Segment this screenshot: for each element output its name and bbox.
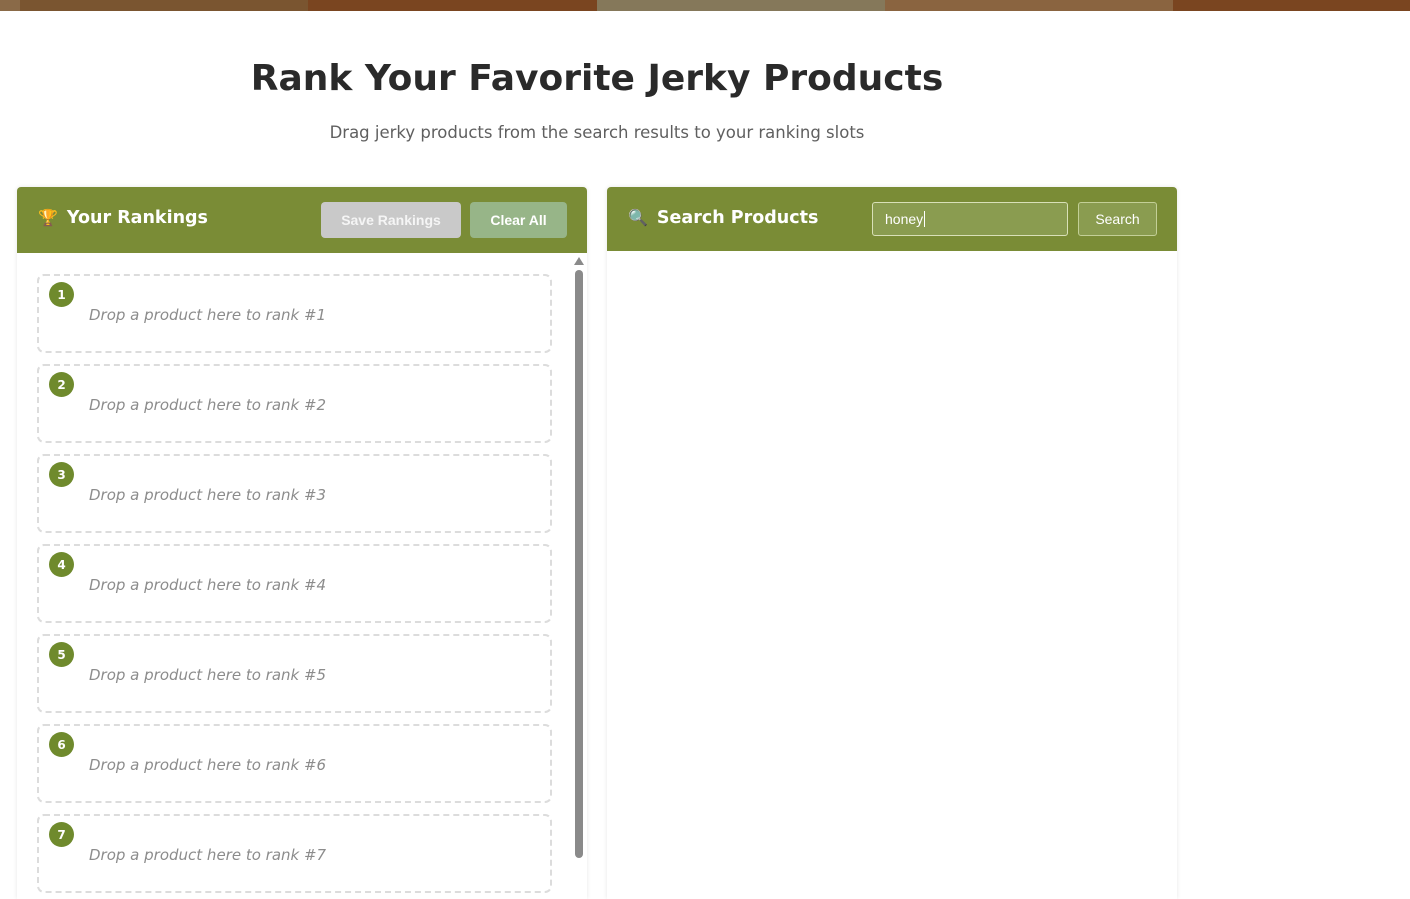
rank-badge: 1 (49, 282, 74, 307)
rank-badge: 3 (49, 462, 74, 487)
rankings-panel: 🏆 Your Rankings Save Rankings Clear All … (17, 187, 587, 899)
top-color-bar (0, 0, 1410, 11)
search-panel: 🔍 Search Products honey Search (607, 187, 1177, 899)
trophy-icon: 🏆 (38, 208, 58, 227)
text-caret (924, 211, 926, 227)
rank-badge: 7 (49, 822, 74, 847)
rank-badge: 4 (49, 552, 74, 577)
ranking-slot-3[interactable]: 3 Drop a product here to rank #3 (37, 454, 552, 533)
rank-badge: 5 (49, 642, 74, 667)
search-input[interactable]: honey (872, 202, 1068, 236)
top-bar-segment (20, 0, 308, 11)
slot-placeholder: Drop a product here to rank #4 (89, 576, 327, 594)
ranking-slot-1[interactable]: 1 Drop a product here to rank #1 (37, 274, 552, 353)
rankings-header: 🏆 Your Rankings Save Rankings Clear All (17, 187, 587, 253)
rank-badge: 6 (49, 732, 74, 757)
top-bar-segment (308, 0, 597, 11)
top-bar-segment (885, 0, 1173, 11)
magnifier-icon: 🔍 (628, 208, 648, 227)
slot-placeholder: Drop a product here to rank #3 (89, 486, 327, 504)
clear-all-button[interactable]: Clear All (470, 202, 567, 238)
scroll-up-arrow-icon[interactable] (574, 257, 584, 265)
scrollbar-thumb[interactable] (575, 270, 583, 858)
search-title: 🔍 Search Products (628, 208, 818, 228)
ranking-slot-2[interactable]: 2 Drop a product here to rank #2 (37, 364, 552, 443)
top-bar-segment (0, 0, 20, 11)
page-title: Rank Your Favorite Jerky Products (250, 58, 944, 99)
top-bar-segment (1173, 0, 1410, 11)
rankings-title-text: Your Rankings (66, 208, 208, 228)
ranking-slots: 1 Drop a product here to rank #1 2 Drop … (37, 274, 552, 899)
rankings-title: 🏆 Your Rankings (38, 208, 208, 228)
slot-placeholder: Drop a product here to rank #2 (89, 396, 327, 414)
ranking-slot-6[interactable]: 6 Drop a product here to rank #6 (37, 724, 552, 803)
ranking-slot-7[interactable]: 7 Drop a product here to rank #7 (37, 814, 552, 893)
slot-placeholder: Drop a product here to rank #6 (89, 756, 327, 774)
page-subtitle: Drag jerky products from the search resu… (329, 123, 865, 142)
top-bar-segment (597, 0, 885, 11)
slot-placeholder: Drop a product here to rank #1 (89, 306, 327, 324)
save-rankings-button[interactable]: Save Rankings (321, 202, 461, 238)
search-header: 🔍 Search Products honey Search (607, 187, 1177, 251)
search-button[interactable]: Search (1078, 202, 1157, 236)
slot-placeholder: Drop a product here to rank #5 (89, 666, 327, 684)
ranking-slot-4[interactable]: 4 Drop a product here to rank #4 (37, 544, 552, 623)
rankings-scrollbar[interactable] (574, 257, 584, 899)
slot-placeholder: Drop a product here to rank #7 (89, 846, 327, 864)
rank-badge: 2 (49, 372, 74, 397)
search-input-value: honey (885, 211, 924, 227)
search-title-text: Search Products (656, 208, 819, 228)
ranking-slot-5[interactable]: 5 Drop a product here to rank #5 (37, 634, 552, 713)
